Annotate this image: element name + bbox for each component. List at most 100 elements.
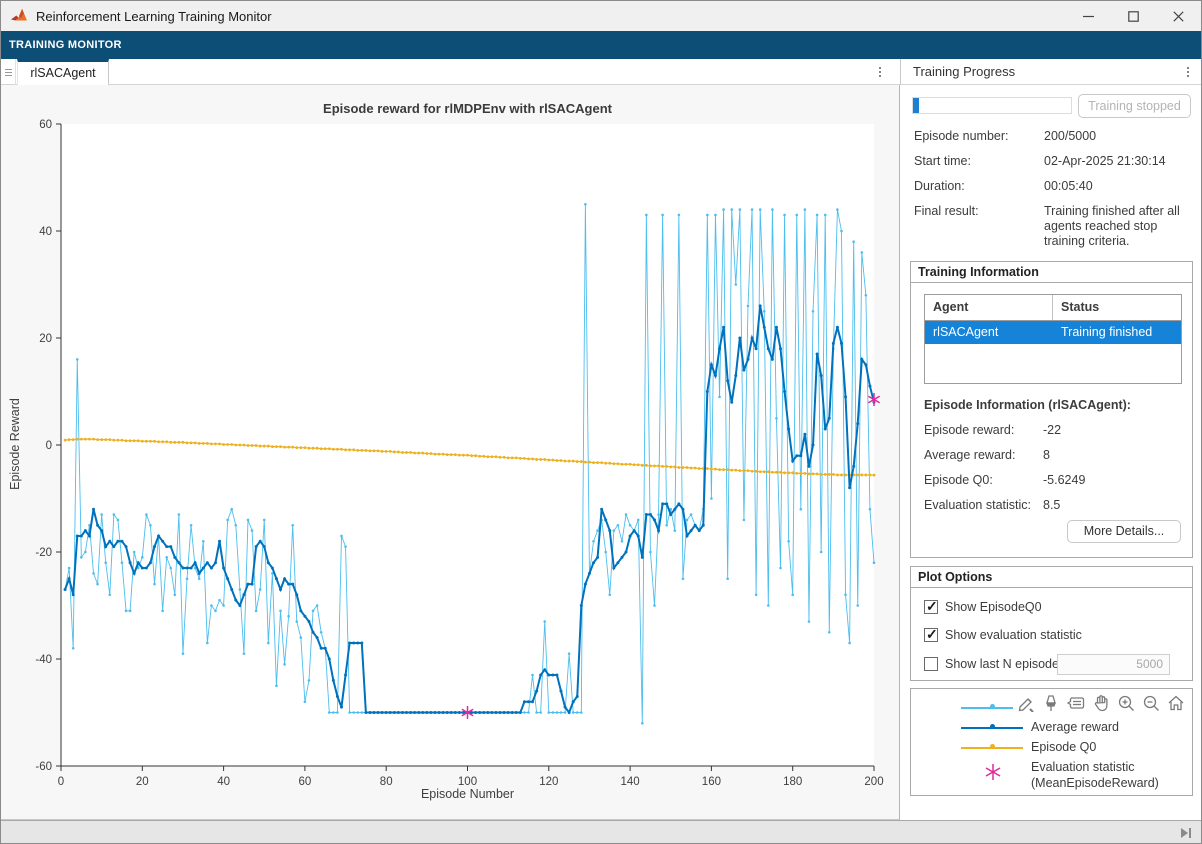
episode-information-title: Episode Information (rlSACAgent): [924,398,1131,412]
svg-text:0: 0 [58,776,64,788]
agents-table-header: Agent Status [925,295,1181,321]
chart-pane: Episode reward for rlMDPEnv with rlSACAg… [1,85,899,820]
zoom-in-icon[interactable] [1115,692,1136,713]
training-information-title: Training Information [911,262,1192,283]
svg-text:20: 20 [136,776,149,788]
episode-q0-label: Episode Q0: [924,473,1043,487]
panel-options-kebab-icon[interactable] [1179,62,1197,82]
svg-text:0: 0 [46,440,52,452]
agent-cell: rlSACAgent [925,321,1053,344]
axes-toolbar [1013,691,1188,714]
collapse-panel-icon[interactable] [1179,826,1193,840]
episode-q0-marker [990,744,995,749]
panel-divider [900,59,901,85]
episode-q0-row: Episode Q0:-5.6249 [924,473,1085,487]
maximize-button[interactable] [1111,1,1156,31]
training-progress-fill [913,98,919,113]
legend-label-episode-q0: Episode Q0 [1031,739,1096,755]
average-reward-label: Average reward: [924,448,1043,462]
tab-rlsacagent[interactable]: rlSACAgent [17,59,109,85]
episode-number-value: 200/5000 [1044,129,1192,144]
svg-text:120: 120 [539,776,558,788]
window-title: Reinforcement Learning Training Monitor [36,9,272,24]
training-information-section: Training Information Agent Status rlSACA… [910,261,1193,558]
svg-text:80: 80 [380,776,393,788]
evaluation-asterisk-marker [983,762,1003,782]
svg-text:40: 40 [39,226,52,238]
datatip-icon[interactable] [1065,692,1086,713]
evaluation-statistic-label: Evaluation statistic: [924,498,1043,512]
show-evaluation-statistic-row[interactable]: Show evaluation statistic [924,628,1082,642]
plot-options-title: Plot Options [911,567,1192,588]
show-last-n-episodes-checkbox[interactable] [924,657,938,671]
status-column-header: Status [1053,295,1099,320]
episode-number-row: Episode number:200/5000 [914,129,1192,144]
episode-reward-value: -22 [1043,423,1061,437]
start-time-value: 02-Apr-2025 21:30:14 [1044,154,1192,169]
pan-icon[interactable] [1090,692,1111,713]
plot-options-section: Plot Options Show EpisodeQ0 Show evaluat… [910,566,1193,681]
drag-handle-icon[interactable] [1,59,16,85]
show-last-n-episodes-label: Show last N episodes [945,657,1065,671]
duration-value: 00:05:40 [1044,179,1192,194]
training-progress-bar [912,97,1072,114]
bottom-scrollbar[interactable] [1,820,1201,844]
legend-box: Episo Average reward Episode Q0 Evaluati… [910,688,1193,796]
svg-text:140: 140 [621,776,640,788]
episode-q0-value: -5.6249 [1043,473,1085,487]
svg-text:-40: -40 [35,654,52,666]
episode-reward-marker [990,704,995,709]
training-progress-panel: Training stopped Episode number:200/5000… [899,85,1202,820]
more-details-button[interactable]: More Details... [1067,520,1181,543]
start-time-label: Start time: [914,154,1044,168]
legend-item-episode-q0[interactable]: Episode Q0 [911,739,1192,757]
svg-text:-60: -60 [35,761,52,773]
svg-text:20: 20 [39,333,52,345]
svg-text:160: 160 [702,776,721,788]
duration-row: Duration:00:05:40 [914,179,1192,194]
show-evaluation-statistic-label: Show evaluation statistic [945,628,1082,642]
agents-table: Agent Status rlSACAgent Training finishe… [924,294,1182,384]
matlab-logo-icon [10,8,28,24]
table-row[interactable]: rlSACAgent Training finished [925,321,1181,344]
training-stopped-button[interactable]: Training stopped [1078,94,1191,118]
export-icon[interactable] [1015,692,1036,713]
svg-text:-20: -20 [35,547,52,559]
tab-options-kebab-icon[interactable] [871,62,889,82]
final-result-row: Final result:Training finished after all… [914,204,1192,249]
legend-label-average-reward: Average reward [1031,719,1119,735]
average-reward-row: Average reward:8 [924,448,1050,462]
average-reward-value: 8 [1043,448,1050,462]
home-icon[interactable] [1165,692,1186,713]
show-episodeq0-checkbox[interactable] [924,600,938,614]
svg-text:200: 200 [864,776,883,788]
final-result-value: Training finished after all agents reach… [1044,204,1192,249]
evaluation-statistic-value: 8.5 [1043,498,1060,512]
show-last-n-episodes-row[interactable]: Show last N episodes 5000 [924,657,1182,671]
ribbon-tab-training-monitor[interactable]: TRAINING MONITOR [1,31,1201,59]
duration-label: Duration: [914,179,1044,193]
svg-text:100: 100 [458,776,477,788]
n-episodes-input[interactable]: 5000 [1057,654,1170,675]
start-time-row: Start time:02-Apr-2025 21:30:14 [914,154,1192,169]
zoom-out-icon[interactable] [1140,692,1161,713]
close-button[interactable] [1156,1,1201,31]
minimize-button[interactable] [1066,1,1111,31]
episode-reward-row: Episode reward:-22 [924,423,1061,437]
legend-item-average-reward[interactable]: Average reward [911,719,1192,737]
title-bar: Reinforcement Learning Training Monitor [1,1,1201,31]
training-chart[interactable]: -60-40-200204060020406080100120140160180… [1,85,899,820]
show-episodeq0-row[interactable]: Show EpisodeQ0 [924,600,1042,614]
average-reward-marker [990,724,995,729]
svg-text:60: 60 [299,776,312,788]
status-cell: Training finished [1053,321,1152,344]
legend-label-evaluation-statistic: Evaluation statistic(MeanEpisodeReward) [1031,759,1159,791]
brush-icon[interactable] [1040,692,1061,713]
panel-title: Training Progress [913,59,1015,85]
app-window: Reinforcement Learning Training Monitor … [0,0,1202,844]
svg-text:60: 60 [39,119,52,131]
legend-item-evaluation-statistic[interactable]: Evaluation statistic(MeanEpisodeReward) [911,759,1192,791]
show-evaluation-statistic-checkbox[interactable] [924,628,938,642]
svg-text:40: 40 [217,776,230,788]
show-episodeq0-label: Show EpisodeQ0 [945,600,1042,614]
